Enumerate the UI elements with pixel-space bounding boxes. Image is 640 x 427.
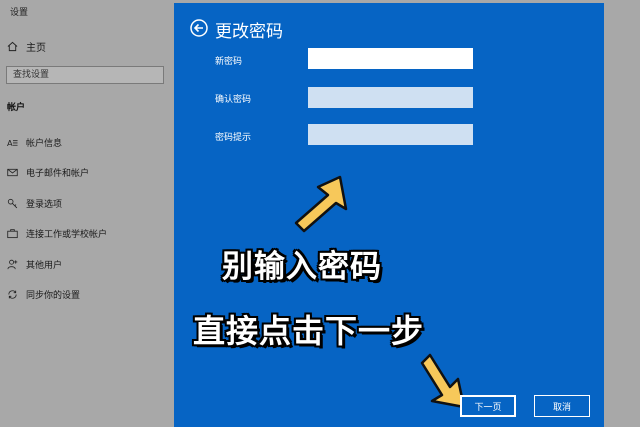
up-arrow-annotation-icon	[294, 175, 348, 233]
sidebar-item-label: 连接工作或学校帐户	[26, 229, 108, 240]
confirm-password-label: 确认密码	[215, 95, 252, 105]
password-hint-field[interactable]	[308, 124, 473, 145]
confirm-password-field[interactable]	[308, 87, 473, 108]
sync-icon	[6, 288, 18, 300]
sidebar-item-label: 电子邮件和帐户	[26, 168, 90, 179]
sidebar-item-sync[interactable]: 同步你的设置	[6, 287, 80, 301]
search-input[interactable]: 查找设置	[6, 66, 164, 84]
overlay-text-line1: 别输入密码	[222, 249, 382, 285]
sidebar-item-email[interactable]: 电子邮件和帐户	[6, 165, 89, 179]
back-arrow-icon[interactable]	[190, 19, 208, 37]
cancel-button[interactable]: 取消	[534, 395, 590, 417]
window-title: 设置	[10, 8, 29, 18]
home-icon	[6, 41, 18, 53]
sidebar-item-other-users[interactable]: 其他用户	[6, 257, 62, 271]
svg-text:A: A	[7, 138, 13, 148]
mail-icon	[6, 166, 18, 178]
sidebar-item-label: 其他用户	[26, 260, 63, 271]
person-add-icon	[6, 258, 18, 270]
briefcase-icon	[6, 227, 18, 239]
sidebar-item-label: 同步你的设置	[26, 290, 81, 301]
sidebar-item-account-info[interactable]: A 帐户信息	[6, 135, 63, 149]
dialog-title: 更改密码	[215, 22, 283, 42]
key-icon	[6, 197, 18, 209]
home-label: 主页	[26, 43, 46, 54]
home-nav-item[interactable]: 主页	[6, 39, 46, 54]
overlay-text-line2: 直接点击下一步	[193, 312, 425, 350]
next-button[interactable]: 下一页	[460, 395, 516, 417]
sidebar-item-sign-in[interactable]: 登录选项	[6, 196, 62, 210]
sidebar-item-work-school[interactable]: 连接工作或学校帐户	[6, 226, 107, 240]
password-hint-label: 密码提示	[215, 133, 252, 143]
section-title: 帐户	[7, 103, 26, 113]
person-card-icon: A	[6, 136, 18, 148]
new-password-label: 新密码	[215, 57, 243, 67]
new-password-field[interactable]	[308, 48, 473, 69]
sidebar-item-label: 登录选项	[26, 199, 63, 210]
change-password-dialog: 更改密码 新密码 确认密码 密码提示 别输入密码 直接点击下一步 下一页 取消	[174, 3, 604, 427]
sidebar-item-label: 帐户信息	[26, 138, 63, 149]
